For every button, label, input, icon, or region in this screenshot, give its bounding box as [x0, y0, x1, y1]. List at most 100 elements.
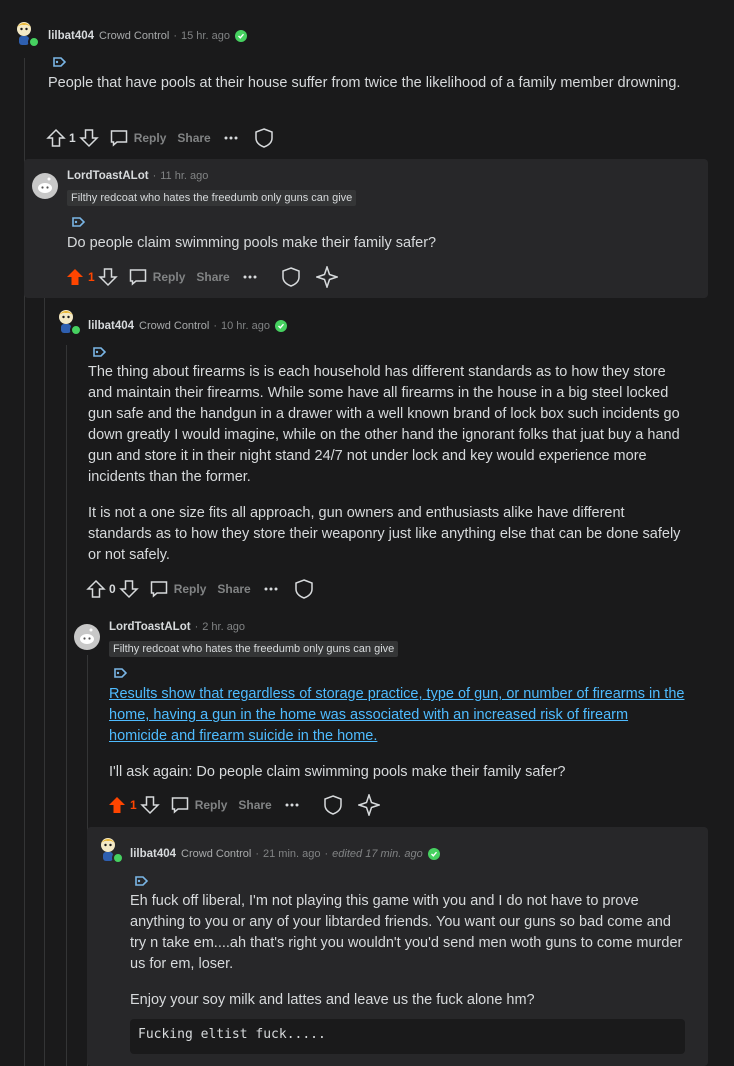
reply-button[interactable]: Reply — [170, 795, 228, 815]
username[interactable]: lilbat404 — [88, 320, 134, 332]
thread-line[interactable] — [66, 345, 67, 1066]
more-options-button[interactable] — [284, 797, 300, 813]
vote-count: 1 — [69, 131, 76, 145]
downvote-button[interactable] — [97, 267, 118, 287]
separator: · — [152, 170, 157, 182]
award-icon — [357, 794, 380, 816]
comment-paragraph: The thing about firearms is is each hous… — [88, 364, 680, 485]
comment-actions: 1 Reply Share — [46, 127, 275, 149]
tag-icon — [114, 668, 127, 678]
comment-meta: LordToastALot · 2 hr. ago — [109, 621, 245, 633]
upvote-button[interactable] — [107, 795, 127, 815]
upvote-button[interactable] — [86, 579, 106, 599]
comment-meta: lilbat404 Crowd Control · 21 min. ago · … — [130, 848, 440, 860]
edited-label: edited 17 min. ago — [332, 848, 423, 860]
tag-icon — [93, 347, 106, 357]
more-icon — [264, 587, 278, 591]
downvote-icon — [78, 129, 99, 148]
timestamp[interactable]: 10 hr. ago — [221, 320, 270, 332]
timestamp[interactable]: 11 hr. ago — [160, 170, 208, 182]
vote-count: 1 — [88, 270, 95, 284]
comment-body: The thing about firearms is is each hous… — [88, 362, 688, 566]
separator: · — [194, 621, 199, 633]
upvote-icon — [109, 797, 125, 813]
shield-icon — [281, 267, 300, 287]
comment-paragraph: Do people claim swimming pools make thei… — [67, 235, 437, 251]
default-avatar-icon — [32, 173, 58, 199]
separator: · — [213, 320, 218, 332]
username[interactable]: lilbat404 — [48, 30, 94, 42]
more-options-button[interactable] — [242, 269, 258, 285]
moderate-button[interactable] — [253, 127, 275, 149]
comment-meta: lilbat404 Crowd Control · 15 hr. ago — [48, 30, 247, 42]
more-options-button[interactable] — [263, 581, 279, 597]
reply-label: Reply — [194, 798, 228, 812]
online-status-icon — [28, 36, 40, 48]
comment-body: Results show that regardless of storage … — [109, 684, 689, 783]
share-button[interactable]: Share — [217, 582, 250, 596]
check-icon — [274, 320, 287, 332]
reply-icon — [110, 130, 127, 147]
reply-label: Reply — [152, 270, 186, 284]
user-flair: Crowd Control — [139, 320, 210, 332]
tag-icon — [72, 217, 85, 227]
thread-line[interactable] — [44, 205, 45, 1066]
downvote-button[interactable] — [139, 795, 160, 815]
timestamp[interactable]: 15 hr. ago — [181, 30, 230, 42]
vote-count: 0 — [109, 582, 116, 596]
reply-label: Reply — [133, 131, 167, 145]
downvote-button[interactable] — [78, 128, 99, 148]
moderate-button[interactable] — [322, 794, 344, 816]
avatar[interactable] — [74, 624, 100, 650]
reply-icon — [171, 797, 188, 814]
award-button[interactable] — [315, 266, 338, 288]
upvote-button[interactable] — [65, 267, 85, 287]
comment-paragraph: Eh fuck off liberal, I'm not playing thi… — [130, 893, 683, 972]
more-icon — [224, 136, 238, 140]
timestamp[interactable]: 2 hr. ago — [202, 621, 245, 633]
reply-label: Reply — [173, 582, 207, 596]
moderate-button[interactable] — [280, 266, 302, 288]
comment-meta: LordToastALot · 11 hr. ago — [67, 170, 208, 182]
timestamp[interactable]: 21 min. ago — [263, 848, 320, 860]
avatar[interactable] — [95, 836, 124, 864]
username[interactable]: LordToastALot — [67, 170, 149, 182]
share-label: Share — [217, 582, 251, 596]
share-button[interactable]: Share — [177, 131, 210, 145]
downvote-icon — [118, 580, 139, 599]
shield-icon — [254, 128, 273, 148]
comment-actions: 1 Reply Share — [107, 794, 380, 816]
external-link[interactable]: Results show that regardless of storage … — [109, 686, 684, 744]
share-button[interactable]: Share — [196, 270, 229, 284]
online-status-icon — [112, 852, 124, 864]
reply-button[interactable]: Reply — [128, 267, 186, 287]
tag-icon — [135, 876, 148, 886]
comment-meta: lilbat404 Crowd Control · 10 hr. ago — [88, 320, 287, 332]
online-status-icon — [70, 324, 82, 336]
reply-button[interactable]: Reply — [109, 128, 167, 148]
code-block: Fucking eltist fuck..... — [130, 1019, 685, 1054]
avatar[interactable] — [53, 308, 82, 336]
username[interactable]: LordToastALot — [109, 621, 191, 633]
more-options-button[interactable] — [223, 130, 239, 146]
avatar[interactable] — [11, 20, 40, 48]
comment-paragraph: I'll ask again: Do people claim swimming… — [109, 764, 566, 780]
check-icon — [427, 848, 440, 860]
reply-button[interactable]: Reply — [149, 579, 207, 599]
share-button[interactable]: Share — [238, 798, 271, 812]
comment-body: Do people claim swimming pools make thei… — [67, 233, 687, 254]
moderate-button[interactable] — [293, 578, 315, 600]
username[interactable]: lilbat404 — [130, 848, 176, 860]
comment-body: Eh fuck off liberal, I'm not playing thi… — [130, 891, 690, 1011]
comment-body: People that have pools at their house su… — [48, 73, 688, 94]
comment-actions: 1 Reply Share — [65, 266, 338, 288]
avatar[interactable] — [32, 173, 58, 199]
upvote-button[interactable] — [46, 128, 66, 148]
reply-icon — [129, 269, 146, 286]
comment-paragraph: Enjoy your soy milk and lattes and leave… — [130, 992, 535, 1008]
downvote-button[interactable] — [118, 579, 139, 599]
award-button[interactable] — [357, 794, 380, 816]
comment-paragraph: People that have pools at their house su… — [48, 75, 681, 91]
downvote-icon — [139, 796, 160, 815]
user-flair: Crowd Control — [99, 30, 170, 42]
